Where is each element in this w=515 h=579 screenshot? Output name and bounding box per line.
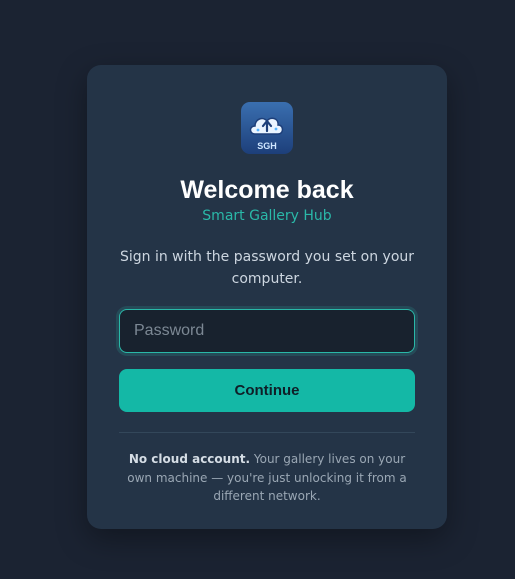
sign-in-instructions: Sign in with the password you set on you…	[119, 249, 415, 287]
continue-button[interactable]: Continue	[119, 369, 415, 412]
app-logo-icon: SGH	[241, 102, 293, 154]
privacy-note-heading: No cloud account.	[128, 452, 251, 466]
app-name: Smart Gallery Hub	[202, 208, 332, 224]
logo-text: SGH	[257, 141, 277, 151]
page-title: Welcome back	[180, 176, 354, 204]
login-card: SGH Welcome back Smart Gallery Hub Sign …	[87, 65, 447, 529]
divider	[119, 432, 415, 433]
privacy-note: No cloud account. Your gallery lives on …	[115, 450, 419, 506]
password-input[interactable]	[119, 309, 415, 353]
